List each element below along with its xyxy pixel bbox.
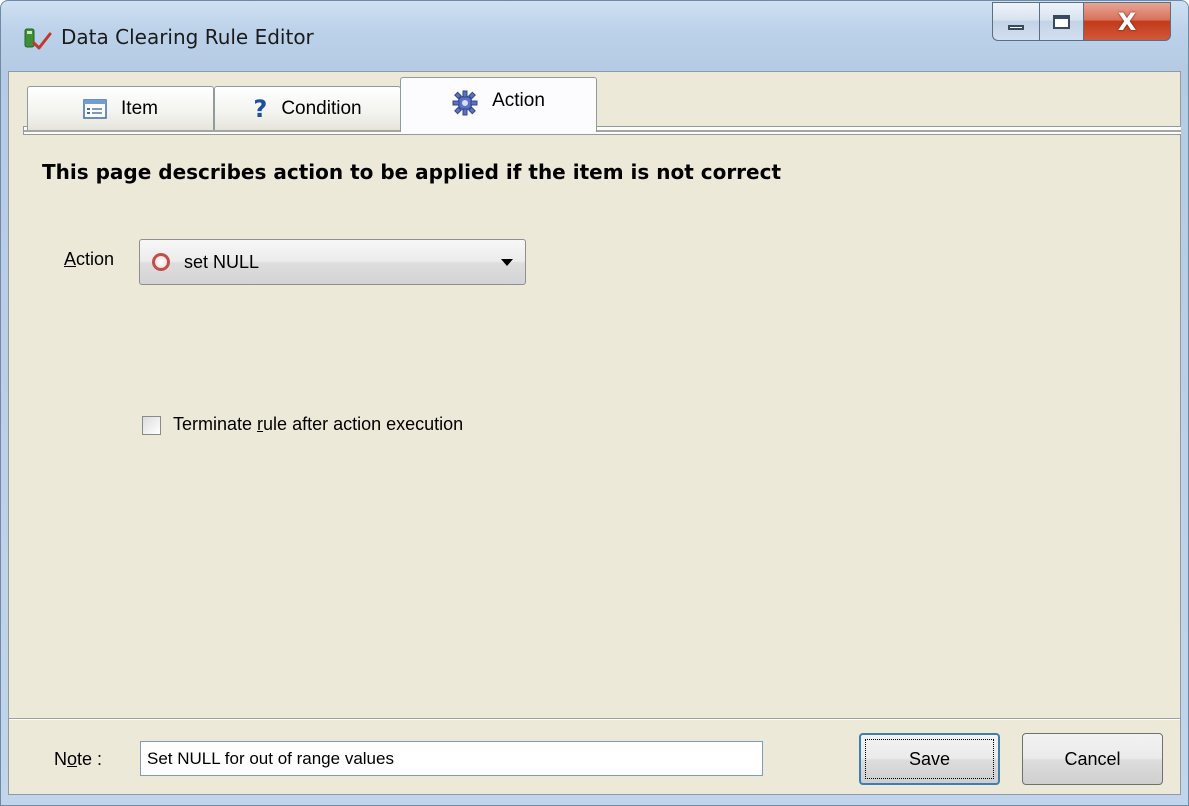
tab-label: Item (121, 97, 158, 119)
note-input[interactable] (140, 741, 763, 776)
list-window-icon (83, 98, 107, 119)
note-label: Note : (54, 749, 103, 769)
circle-action-icon (152, 253, 170, 271)
dialog-client-area: Item ? Condition Action This page descri… (8, 71, 1181, 795)
gear-icon (452, 90, 478, 116)
action-dropdown[interactable]: set NULL (139, 239, 526, 285)
terminate-rule-checkbox[interactable] (142, 416, 161, 435)
tab-label: Action (492, 90, 545, 111)
cancel-button[interactable]: Cancel (1022, 733, 1163, 785)
save-button-label: Save (908, 748, 951, 769)
close-icon: X (1117, 7, 1137, 36)
tab-item[interactable]: Item (27, 86, 214, 130)
caption-buttons: X (992, 2, 1171, 42)
save-button[interactable]: Save (859, 733, 1000, 785)
close-button[interactable]: X (1083, 2, 1171, 41)
maximize-icon (1053, 14, 1070, 29)
window-title: Data Clearing Rule Editor (61, 25, 314, 49)
footer-separator (9, 718, 1180, 720)
cancel-button-label: Cancel (1064, 748, 1121, 769)
action-dropdown-value: set NULL (184, 251, 260, 272)
question-mark-icon: ? (253, 94, 268, 123)
minimize-button[interactable] (992, 2, 1039, 41)
database-check-icon (24, 28, 52, 50)
tab-action[interactable]: Action (400, 77, 597, 132)
dialog-window: Data Clearing Rule Editor X Item ? Condi… (0, 0, 1189, 806)
page-heading: This page describes action to be applied… (42, 160, 782, 184)
minimize-icon (1008, 25, 1024, 30)
maximize-button[interactable] (1039, 2, 1083, 41)
tab-condition[interactable]: ? Condition (214, 86, 401, 130)
action-label: Action (64, 249, 115, 269)
title-bar[interactable]: Data Clearing Rule Editor X (1, 1, 1188, 71)
tab-label: Condition (281, 97, 362, 119)
chevron-down-icon[interactable] (501, 258, 513, 266)
terminate-rule-label[interactable]: Terminate rule after action execution (173, 414, 463, 435)
